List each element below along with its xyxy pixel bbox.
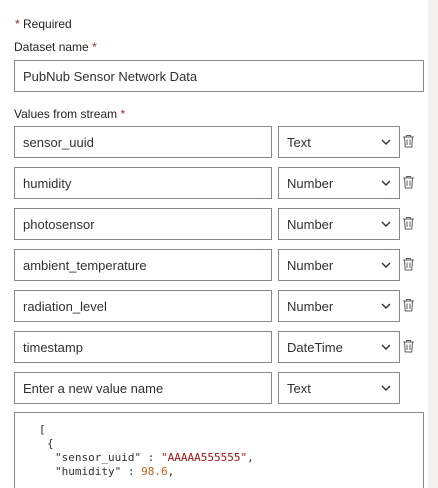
required-note-text: Required (23, 17, 72, 31)
dataset-name-label-text: Dataset name (14, 40, 89, 54)
value-name-text: timestamp (23, 339, 83, 355)
dataset-name-input[interactable]: PubNub Sensor Network Data (14, 60, 424, 92)
value-type-text: Number (287, 298, 334, 314)
dataset-name-value: PubNub Sensor Network Data (23, 68, 198, 84)
value-type-select[interactable]: Number (278, 249, 400, 281)
required-star: * (15, 17, 20, 31)
value-type-select[interactable]: Number (278, 290, 400, 322)
value-name-input[interactable]: ambient_temperature (14, 249, 272, 281)
json-value: "AAAAA555555" (160, 451, 248, 464)
value-name-input[interactable]: photosensor (14, 208, 272, 240)
chevron-down-icon (381, 178, 391, 188)
trash-icon[interactable] (402, 134, 415, 148)
json-key: "sensor_uuid" (55, 451, 142, 464)
values-from-stream-label: Values from stream * (14, 107, 125, 121)
trash-icon[interactable] (402, 257, 415, 271)
chevron-down-icon (381, 260, 391, 270)
json-separator: : (121, 465, 142, 478)
value-name-text: sensor_uuid (23, 134, 94, 150)
json-comma: , (167, 465, 175, 478)
chevron-down-icon (381, 137, 391, 147)
value-name-text: humidity (23, 175, 72, 191)
value-type-select[interactable]: DateTime (278, 331, 400, 363)
value-type-select[interactable]: Number (278, 167, 400, 199)
json-preview[interactable]: [{"sensor_uuid" : "AAAAA555555", "humidit… (14, 412, 424, 488)
value-type-select[interactable]: Number (278, 208, 400, 240)
value-type-text: Text (287, 134, 311, 150)
value-name-input[interactable]: sensor_uuid (14, 126, 272, 158)
scroll-gutter (428, 0, 438, 488)
value-name-input[interactable]: humidity (14, 167, 272, 199)
chevron-down-icon (381, 301, 391, 311)
json-line: "humidity" : 98.6, (39, 465, 423, 479)
json-open-brace: { (47, 437, 54, 450)
chevron-down-icon (381, 383, 391, 393)
values-label-text: Values from stream (14, 107, 118, 121)
value-name-text: ambient_temperature (23, 257, 147, 273)
json-value: 98.6 (141, 465, 168, 478)
json-comma: , (247, 451, 254, 464)
json-key: "humidity" (55, 465, 122, 478)
new-value-type-select[interactable]: Text (278, 372, 400, 404)
new-value-placeholder: Enter a new value name (23, 380, 164, 396)
value-name-input[interactable]: radiation_level (14, 290, 272, 322)
chevron-down-icon (381, 219, 391, 229)
value-name-input[interactable]: timestamp (14, 331, 272, 363)
json-open-bracket: [ (39, 423, 46, 436)
value-type-text: DateTime (287, 339, 343, 355)
new-value-type-text: Text (287, 380, 311, 396)
dataset-name-label: Dataset name * (14, 40, 97, 54)
trash-icon[interactable] (402, 298, 415, 312)
trash-icon[interactable] (402, 216, 415, 230)
value-name-text: photosensor (23, 216, 95, 232)
new-value-name-input[interactable]: Enter a new value name (14, 372, 272, 404)
required-note: * Required (15, 17, 72, 31)
value-name-text: radiation_level (23, 298, 107, 314)
trash-icon[interactable] (402, 175, 415, 189)
required-star: * (120, 107, 126, 121)
value-type-text: Number (287, 257, 334, 273)
value-type-text: Number (287, 216, 334, 232)
json-separator: : (141, 451, 161, 464)
json-line: "sensor_uuid" : "AAAAA555555", (39, 451, 423, 465)
dataset-form: * Required Dataset name * PubNub Sensor … (0, 0, 438, 488)
chevron-down-icon (381, 342, 391, 352)
value-type-text: Number (287, 175, 334, 191)
trash-icon[interactable] (402, 339, 415, 353)
required-star: * (92, 40, 97, 54)
value-type-select[interactable]: Text (278, 126, 400, 158)
